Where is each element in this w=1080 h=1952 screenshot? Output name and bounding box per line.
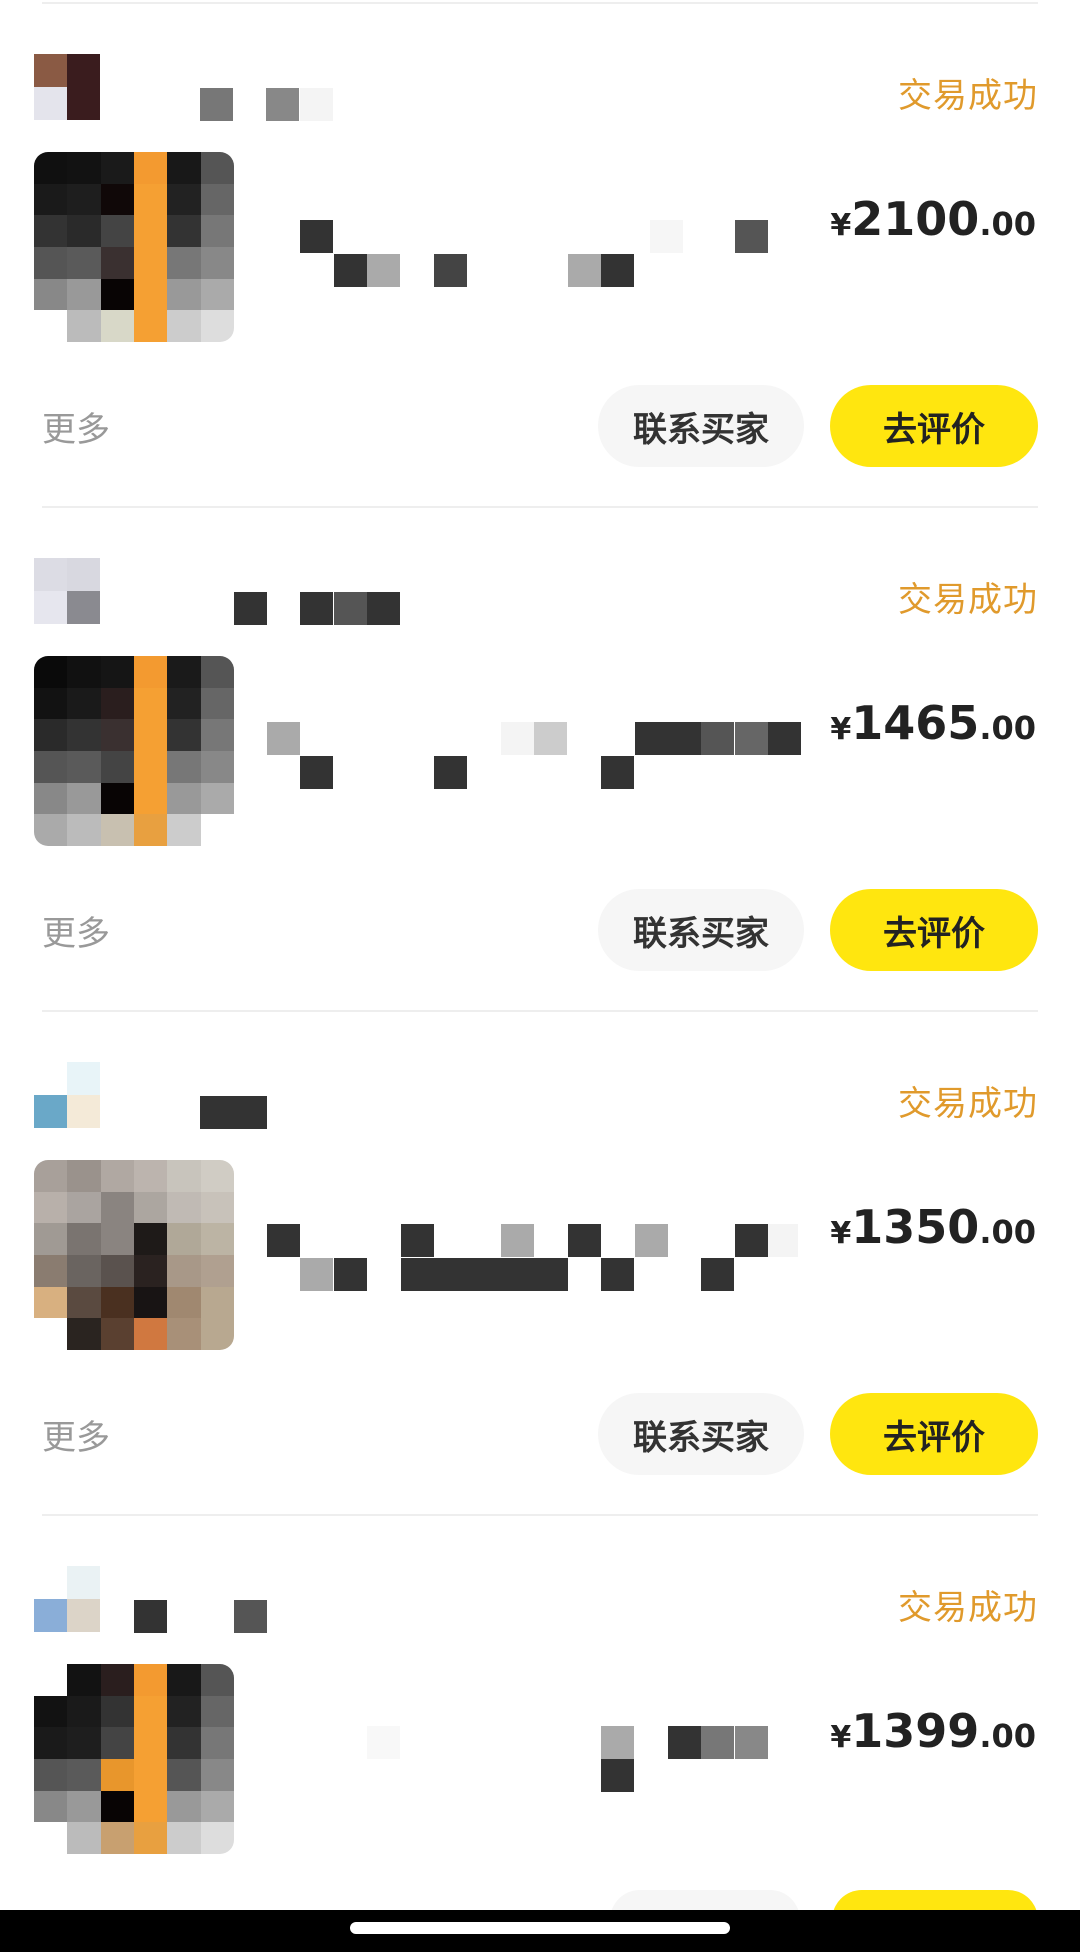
review-button[interactable]: 去评价 (830, 889, 1038, 971)
currency-symbol: ¥ (830, 208, 852, 243)
order-price: ¥2100.00 (830, 192, 1036, 246)
product-thumbnail[interactable] (34, 1160, 234, 1350)
order-card[interactable]: 交易成功 ¥1350.00 更多 联系买家 去评价 (0, 1010, 1080, 1514)
order-status: 交易成功 (898, 580, 1038, 620)
price-integer: 1399 (851, 1704, 980, 1758)
price-integer: 2100 (851, 192, 980, 246)
buyer-name-redacted (0, 1596, 300, 1633)
order-status: 交易成功 (898, 1084, 1038, 1124)
contact-buyer-button[interactable]: 联系买家 (598, 889, 804, 971)
more-button[interactable]: 更多 (42, 906, 110, 955)
order-status: 交易成功 (898, 76, 1038, 116)
product-thumbnail[interactable] (34, 152, 234, 342)
order-card[interactable]: 交易成功 ¥1399.00 (0, 1514, 1080, 1952)
sold-orders-list: 交易成功 ¥2100.00 更多 联系买家 去评价 交易成功 ¥1465.00 … (0, 0, 1080, 1952)
home-indicator[interactable] (350, 1922, 730, 1934)
currency-symbol: ¥ (830, 1216, 852, 1251)
price-integer: 1350 (851, 1200, 980, 1254)
order-price: ¥1350.00 (830, 1200, 1036, 1254)
review-button[interactable]: 去评价 (830, 1393, 1038, 1475)
more-button[interactable]: 更多 (42, 402, 110, 451)
contact-buyer-button[interactable]: 联系买家 (598, 1393, 804, 1475)
buyer-name-redacted (0, 588, 420, 625)
currency-symbol: ¥ (830, 712, 852, 747)
product-thumbnail[interactable] (34, 1664, 234, 1854)
price-decimal: .00 (979, 709, 1036, 747)
review-button[interactable]: 去评价 (830, 385, 1038, 467)
order-price: ¥1465.00 (830, 696, 1036, 750)
order-card[interactable]: 交易成功 ¥1465.00 更多 联系买家 去评价 (0, 506, 1080, 1010)
order-price: ¥1399.00 (830, 1704, 1036, 1758)
order-status: 交易成功 (898, 1588, 1038, 1628)
order-card[interactable]: 交易成功 ¥2100.00 更多 联系买家 去评价 (0, 2, 1080, 506)
buyer-name-redacted (0, 1092, 300, 1129)
more-button[interactable]: 更多 (42, 1410, 110, 1459)
price-decimal: .00 (979, 205, 1036, 243)
buyer-name-redacted (0, 84, 400, 121)
product-thumbnail[interactable] (34, 656, 234, 846)
price-decimal: .00 (979, 1213, 1036, 1251)
contact-buyer-button[interactable]: 联系买家 (598, 385, 804, 467)
price-decimal: .00 (979, 1717, 1036, 1755)
price-integer: 1465 (851, 696, 980, 750)
currency-symbol: ¥ (830, 1720, 852, 1755)
